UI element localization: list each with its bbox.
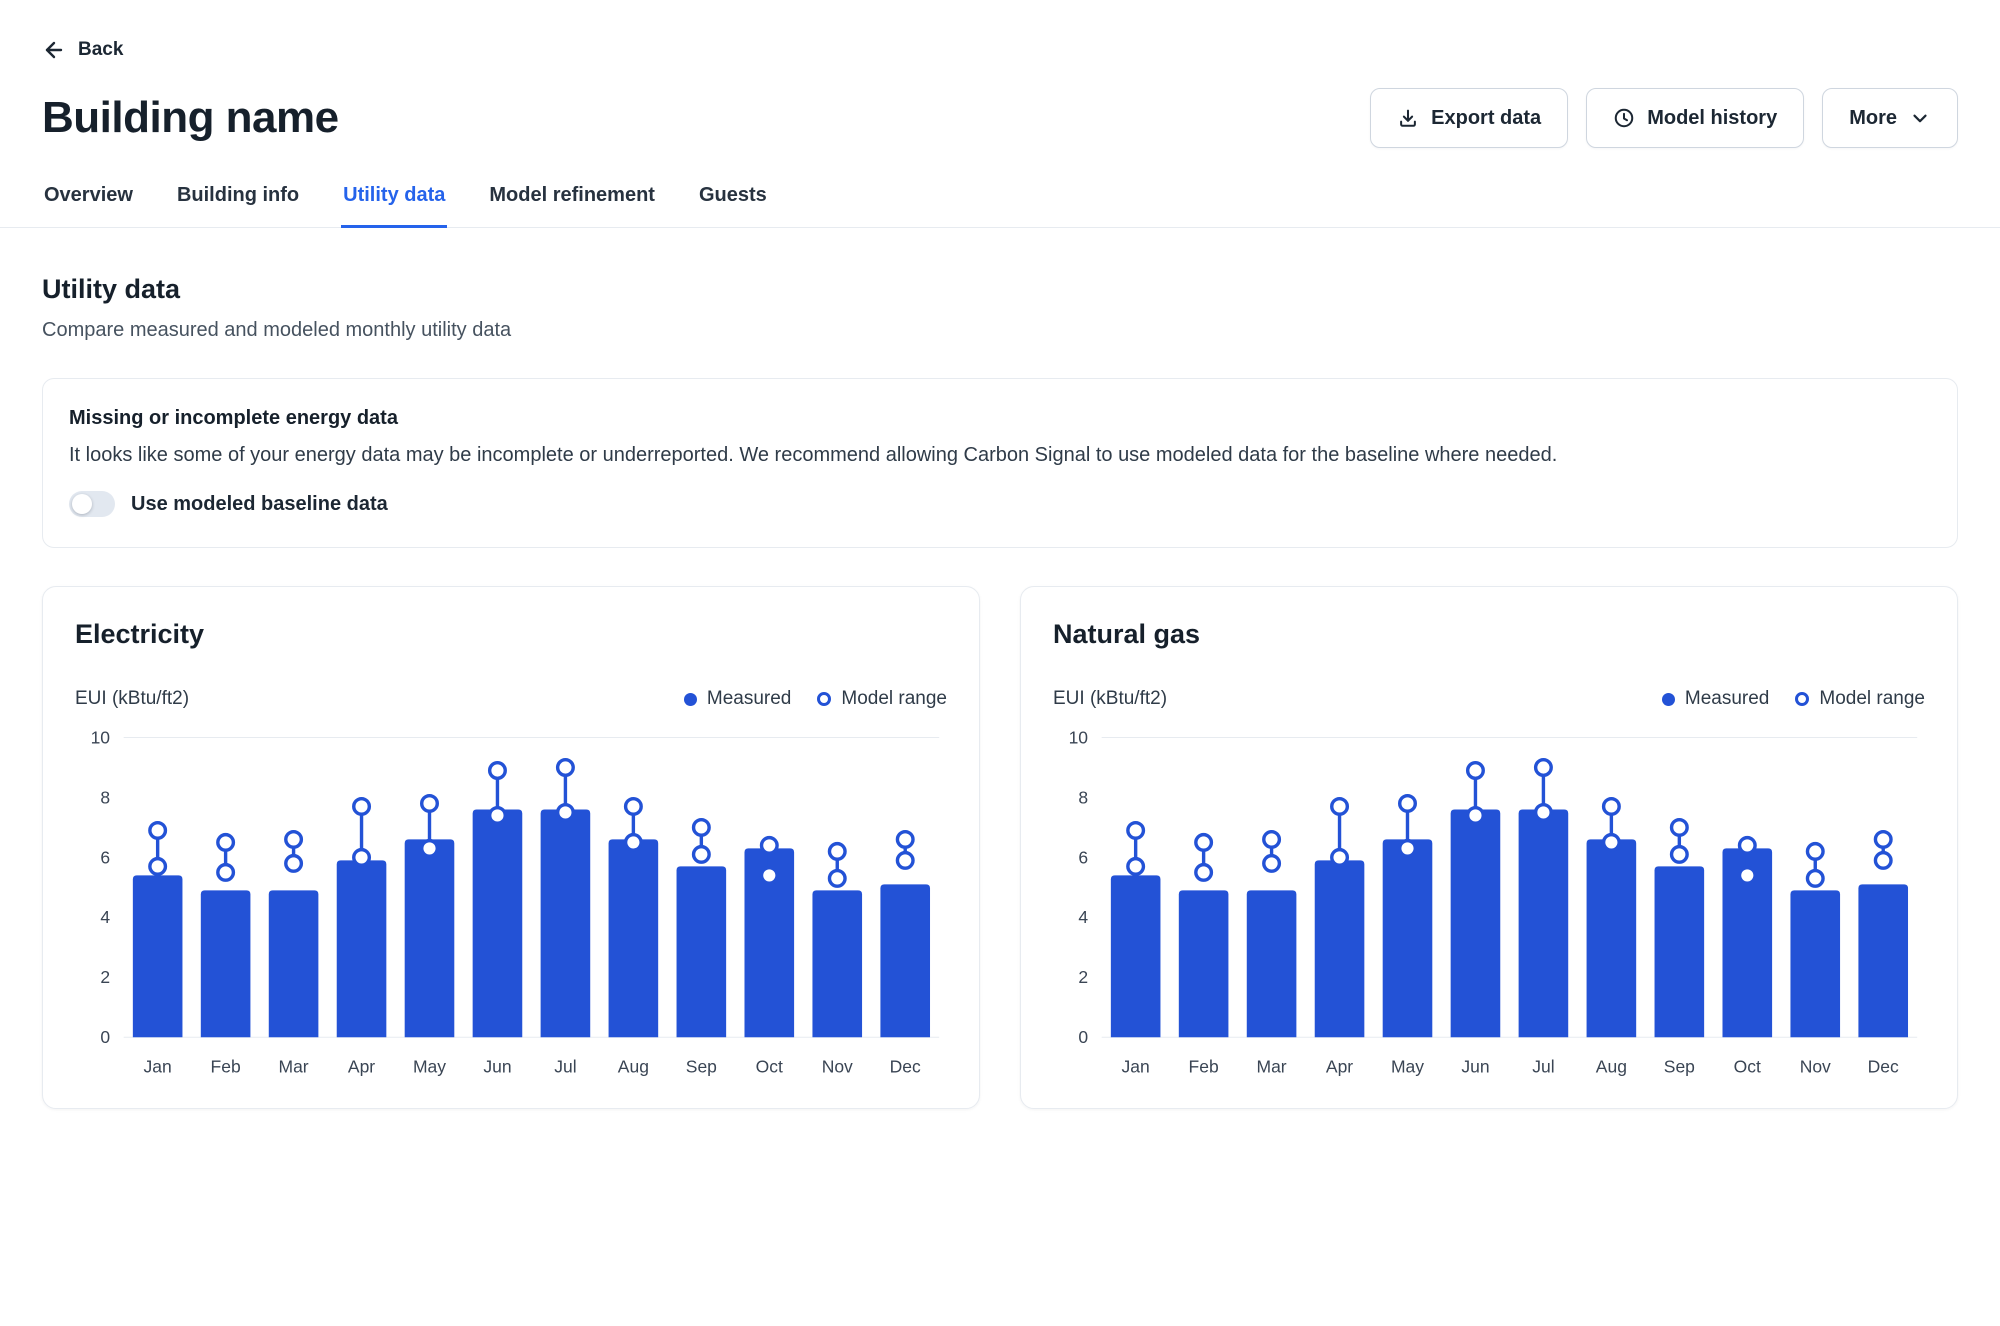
y-axis-label: EUI (kBtu/ft2)	[75, 688, 189, 710]
toggle-row: Use modeled baseline data	[69, 491, 1931, 517]
tab-utility-data[interactable]: Utility data	[341, 178, 447, 228]
toggle-knob	[72, 494, 92, 514]
missing-data-alert: Missing or incomplete energy data It loo…	[42, 378, 1958, 548]
alert-body: It looks like some of your energy data m…	[69, 444, 1931, 467]
natural-gas-chart-title: Natural gas	[1053, 619, 1925, 650]
svg-text:Jan: Jan	[1122, 1056, 1150, 1076]
svg-text:Apr: Apr	[348, 1056, 375, 1076]
svg-text:May: May	[1391, 1056, 1424, 1076]
back-button[interactable]: Back	[42, 38, 123, 62]
page-title: Building name	[42, 93, 339, 143]
svg-text:Nov: Nov	[1800, 1056, 1831, 1076]
tab-building-info[interactable]: Building info	[175, 178, 301, 228]
svg-text:May: May	[413, 1056, 446, 1076]
svg-text:Jul: Jul	[1532, 1056, 1554, 1076]
svg-text:8: 8	[1078, 787, 1088, 807]
svg-text:Oct: Oct	[1734, 1056, 1761, 1076]
svg-text:Mar: Mar	[1257, 1056, 1287, 1076]
svg-text:Apr: Apr	[1326, 1056, 1353, 1076]
svg-text:Jan: Jan	[144, 1056, 172, 1076]
electricity-chart-title: Electricity	[75, 619, 947, 650]
svg-text:Sep: Sep	[686, 1056, 717, 1076]
download-icon	[1397, 107, 1419, 129]
charts-row: Electricity EUI (kBtu/ft2) Measured Mode…	[42, 586, 1958, 1109]
arrow-left-icon	[42, 38, 66, 62]
legend-model-range-label: Model range	[1819, 688, 1925, 710]
export-data-button[interactable]: Export data	[1370, 88, 1568, 148]
svg-text:Jun: Jun	[483, 1056, 511, 1076]
svg-text:Nov: Nov	[822, 1056, 853, 1076]
measured-dot-icon	[684, 693, 697, 706]
chart-legend: Measured Model range	[1662, 688, 1925, 710]
section-title: Utility data	[42, 274, 1958, 305]
svg-text:2: 2	[100, 967, 110, 987]
y-axis-label: EUI (kBtu/ft2)	[1053, 688, 1167, 710]
chevron-down-icon	[1909, 107, 1931, 129]
svg-text:6: 6	[1078, 847, 1088, 867]
svg-text:0: 0	[1078, 1027, 1088, 1047]
toggle-label: Use modeled baseline data	[131, 493, 388, 516]
svg-text:Oct: Oct	[756, 1056, 783, 1076]
electricity-bar-chart: 0 2 4 6 8 10 Jan Feb Mar Apr May Jun Jul Aug Sep Oct Nov…	[75, 720, 947, 1084]
svg-text:Dec: Dec	[890, 1056, 921, 1076]
svg-text:Feb: Feb	[1189, 1056, 1219, 1076]
svg-text:Dec: Dec	[1868, 1056, 1899, 1076]
chart-meta: EUI (kBtu/ft2) Measured Model range	[1053, 688, 1925, 710]
more-button[interactable]: More	[1822, 88, 1958, 148]
model-history-button[interactable]: Model history	[1586, 88, 1804, 148]
svg-text:Aug: Aug	[1596, 1056, 1627, 1076]
svg-text:Mar: Mar	[279, 1056, 309, 1076]
more-label: More	[1849, 107, 1897, 130]
alert-title: Missing or incomplete energy data	[69, 407, 1931, 430]
svg-text:10: 10	[1069, 727, 1089, 747]
use-modeled-toggle[interactable]	[69, 491, 115, 517]
svg-text:4: 4	[100, 907, 110, 927]
electricity-card: Electricity EUI (kBtu/ft2) Measured Mode…	[42, 586, 980, 1109]
model-range-ring-icon	[1795, 692, 1809, 706]
chart-legend: Measured Model range	[684, 688, 947, 710]
svg-text:0: 0	[100, 1027, 110, 1047]
svg-text:Aug: Aug	[618, 1056, 649, 1076]
legend-measured: Measured	[1662, 688, 1770, 710]
legend-measured: Measured	[684, 688, 792, 710]
utility-data-page: Back Building name Export data Model his…	[0, 0, 2000, 1109]
header-actions: Export data Model history More	[1370, 88, 1958, 148]
natural-gas-bar-chart: 0 2 4 6 8 10 Jan Feb Mar Apr May Jun Jul Aug Sep Oct Nov…	[1053, 720, 1925, 1084]
svg-text:Sep: Sep	[1664, 1056, 1695, 1076]
export-data-label: Export data	[1431, 107, 1541, 130]
back-label: Back	[78, 39, 123, 61]
tab-guests[interactable]: Guests	[697, 178, 769, 228]
svg-text:2: 2	[1078, 967, 1088, 987]
natural-gas-card: Natural gas EUI (kBtu/ft2) Measured Mode…	[1020, 586, 1958, 1109]
clock-icon	[1613, 107, 1635, 129]
model-history-label: Model history	[1647, 107, 1777, 130]
tab-model-refinement[interactable]: Model refinement	[487, 178, 657, 228]
svg-text:Jul: Jul	[554, 1056, 576, 1076]
section-subtitle: Compare measured and modeled monthly uti…	[42, 319, 1958, 342]
tabbar: Overview Building info Utility data Mode…	[0, 178, 2000, 228]
svg-text:Jun: Jun	[1461, 1056, 1489, 1076]
legend-measured-label: Measured	[1685, 688, 1770, 710]
svg-text:10: 10	[91, 727, 111, 747]
legend-measured-label: Measured	[707, 688, 792, 710]
svg-text:8: 8	[100, 787, 110, 807]
svg-text:6: 6	[100, 847, 110, 867]
svg-text:Feb: Feb	[211, 1056, 241, 1076]
svg-text:4: 4	[1078, 907, 1088, 927]
legend-model-range-label: Model range	[841, 688, 947, 710]
measured-dot-icon	[1662, 693, 1675, 706]
model-range-ring-icon	[817, 692, 831, 706]
legend-model-range: Model range	[1795, 688, 1925, 710]
tab-overview[interactable]: Overview	[42, 178, 135, 228]
page-header: Building name Export data Model history …	[42, 88, 1958, 148]
chart-meta: EUI (kBtu/ft2) Measured Model range	[75, 688, 947, 710]
legend-model-range: Model range	[817, 688, 947, 710]
